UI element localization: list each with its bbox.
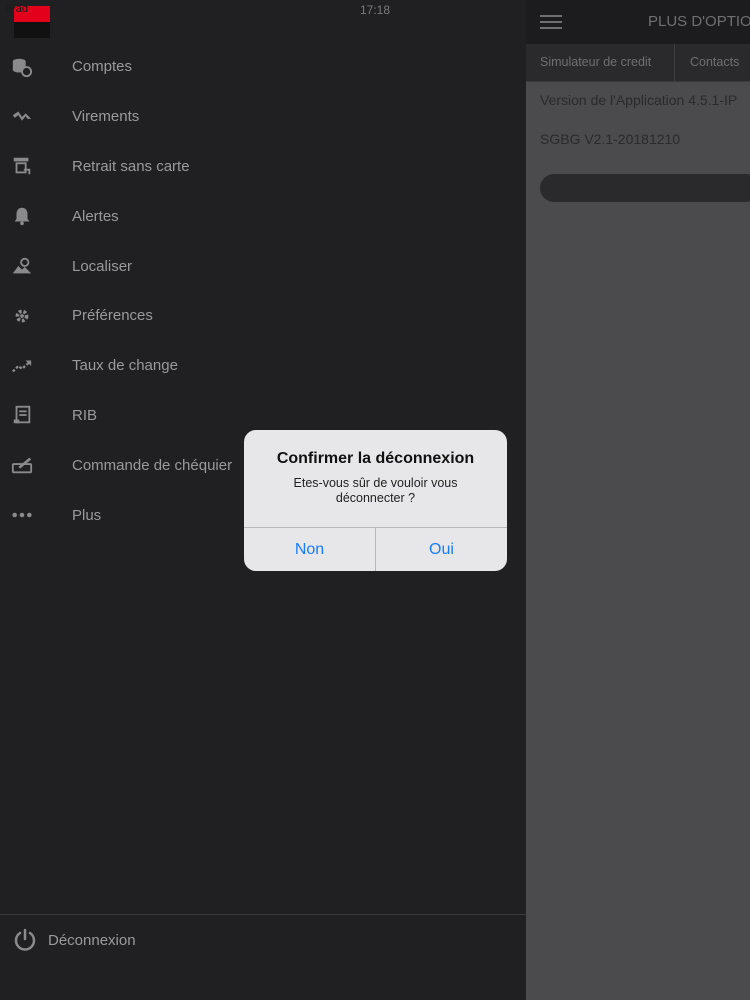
more-dots-icon bbox=[10, 503, 34, 527]
status-time: 17:18 bbox=[360, 3, 391, 17]
tab-contacts[interactable]: Contacts bbox=[690, 55, 739, 69]
sidebar-footer: Déconnexion bbox=[0, 914, 526, 1000]
settings-icon bbox=[10, 304, 34, 328]
tab-simulateur-de-credit[interactable]: Simulateur de credit bbox=[540, 55, 651, 69]
logout-confirm-dialog: Confirmer la déconnexion Etes-vous sûr d… bbox=[244, 430, 507, 571]
panel-action-button[interactable] bbox=[540, 174, 750, 202]
app-version-text: Version de l'Application 4.5.1-IP bbox=[540, 92, 738, 108]
accounts-icon bbox=[10, 55, 34, 79]
menu-item-preferences[interactable]: Préférences bbox=[0, 291, 526, 341]
menu-item-comptes[interactable]: Comptes bbox=[0, 42, 526, 92]
dialog-cancel-button[interactable]: Non bbox=[244, 528, 375, 571]
tab-divider bbox=[674, 44, 675, 81]
exchange-rate-icon bbox=[10, 354, 34, 378]
menu-label: Virements bbox=[72, 108, 140, 126]
power-icon bbox=[14, 928, 36, 951]
bell-icon bbox=[10, 204, 34, 228]
build-version-text: SGBG V2.1-20181210 bbox=[540, 131, 681, 147]
cardless-withdrawal-icon bbox=[10, 154, 34, 178]
menu-label: Alertes bbox=[72, 207, 119, 225]
device-label: iPad bbox=[6, 3, 29, 15]
status-bar: iPad 17:18 bbox=[0, 0, 750, 22]
menu-label: Commande de chéquier bbox=[72, 456, 233, 474]
dialog-title: Confirmer la déconnexion bbox=[276, 450, 475, 467]
panel-tabs: Simulateur de credit Contacts bbox=[526, 44, 750, 82]
menu-label: Retrait sans carte bbox=[72, 157, 190, 175]
transfer-icon bbox=[10, 105, 34, 129]
menu-label: Préférences bbox=[72, 307, 153, 325]
menu-item-alertes[interactable]: Alertes bbox=[0, 191, 526, 241]
logout-label: Déconnexion bbox=[48, 931, 136, 949]
menu-item-retrait-sans-carte[interactable]: Retrait sans carte bbox=[0, 142, 526, 192]
menu-item-localiser[interactable]: Localiser bbox=[0, 241, 526, 291]
rib-document-icon bbox=[10, 403, 34, 427]
menu-label: Plus bbox=[72, 506, 102, 524]
locate-icon bbox=[10, 254, 34, 278]
menu-item-virements[interactable]: Virements bbox=[0, 92, 526, 142]
options-panel: PLUS D'OPTIO Simulateur de credit Contac… bbox=[526, 0, 750, 1000]
dialog-actions: Non Oui bbox=[244, 527, 507, 571]
menu-label: RIB bbox=[72, 406, 98, 424]
dialog-message: Etes-vous sûr de vouloir vous déconnecte… bbox=[293, 476, 458, 505]
menu-label: Localiser bbox=[72, 257, 133, 275]
checkbook-icon bbox=[10, 453, 34, 477]
menu-label: Comptes bbox=[72, 58, 133, 76]
menu-item-taux-de-change[interactable]: Taux de change bbox=[0, 341, 526, 391]
menu-label: Taux de change bbox=[72, 357, 178, 375]
logout-button[interactable]: Déconnexion bbox=[12, 925, 136, 955]
dialog-confirm-button[interactable]: Oui bbox=[375, 528, 507, 571]
